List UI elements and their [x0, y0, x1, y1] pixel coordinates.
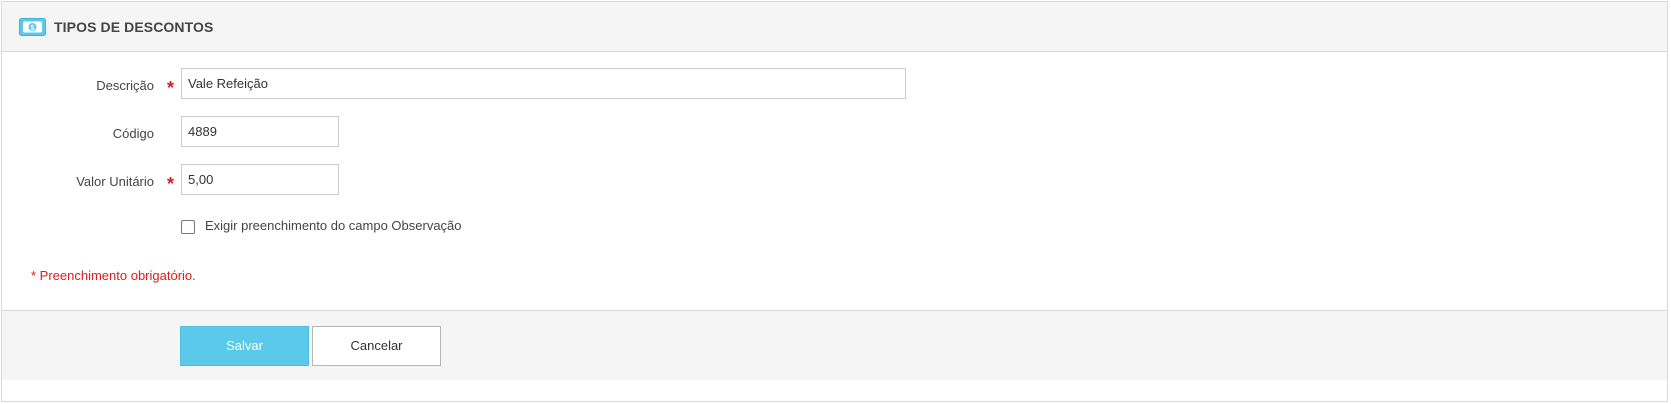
required-note: * Preenchimento obrigatório.	[31, 268, 196, 283]
svg-text:$: $	[31, 25, 35, 32]
valor-unitario-required-star: *	[167, 174, 175, 194]
descricao-required-star: *	[167, 78, 175, 98]
discount-types-panel: $ TIPOS DE DESCONTOS Descrição * Vale Re…	[1, 1, 1668, 402]
panel-footer: Salvar Cancelar	[2, 310, 1667, 380]
save-button[interactable]: Salvar	[180, 326, 309, 366]
codigo-input[interactable]: 4889	[181, 116, 339, 147]
exigir-observacao-label[interactable]: Exigir preenchimento do campo Observação	[205, 218, 462, 233]
cancel-button[interactable]: Cancelar	[312, 326, 441, 366]
codigo-label: Código	[112, 126, 154, 141]
page-title: TIPOS DE DESCONTOS	[54, 19, 214, 35]
panel-header: $ TIPOS DE DESCONTOS	[2, 2, 1667, 52]
exigir-observacao-checkbox[interactable]	[181, 220, 195, 234]
valor-unitario-label: Valor Unitário	[76, 174, 154, 189]
descricao-input[interactable]: Vale Refeição	[181, 68, 906, 99]
valor-unitario-input[interactable]: 5,00	[181, 164, 339, 195]
money-bill-icon: $	[19, 18, 46, 36]
descricao-label: Descrição	[96, 78, 154, 93]
